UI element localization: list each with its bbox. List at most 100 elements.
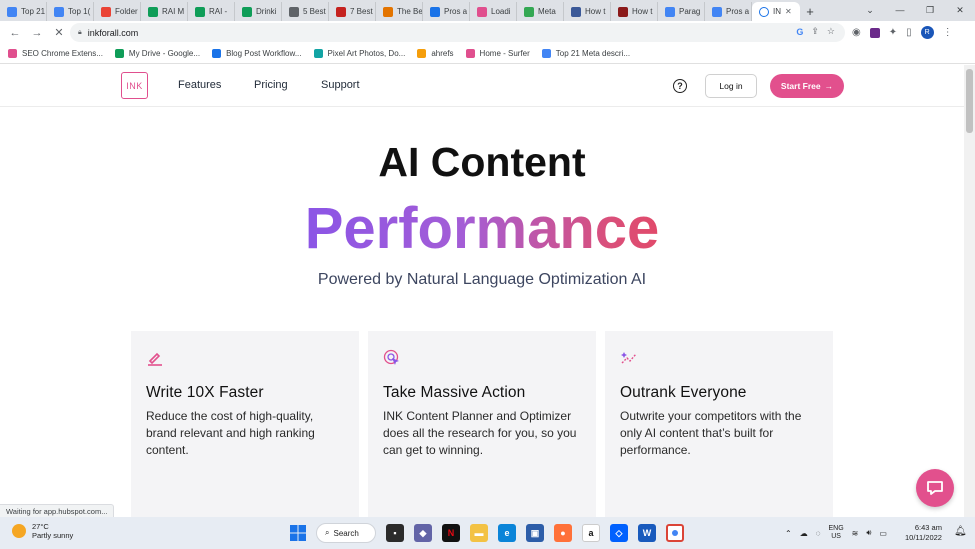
browser-tab[interactable]: 7 Best xyxy=(329,2,376,21)
feature-card-action: Take Massive Action INK Content Planner … xyxy=(368,331,596,517)
bookmark-favicon-icon xyxy=(465,49,475,58)
browser-toolbar: ← → ✕ 🔒︎ inkforall.com G ⇪ ☆ xyxy=(0,21,975,44)
lock-icon[interactable]: 🔒︎ xyxy=(78,29,82,37)
scroll-thumb[interactable] xyxy=(966,69,973,133)
browser-tab[interactable]: 5 Best xyxy=(282,2,329,21)
address-bar[interactable]: 🔒︎ inkforall.com G ⇪ ☆ xyxy=(70,23,845,42)
tab-strip: Top 21 Top 1( Folder RAI M RAI - Drinki 5 Best… xyxy=(0,0,975,21)
back-icon[interactable]: ← xyxy=(4,27,26,39)
chrome-icon[interactable] xyxy=(666,524,684,542)
extension-purple-icon[interactable] xyxy=(869,27,880,38)
card-body: Outwrite your competitors with the only … xyxy=(620,409,802,457)
taskbar-apps: ⌕ Search ▪ ◆ N ▬ e ▣ ● a ◇ W xyxy=(290,523,684,543)
web-page: INK Features Pricing Support ? Log in St… xyxy=(0,65,964,517)
google-lens-icon[interactable]: G xyxy=(796,27,803,37)
browser-tab[interactable]: RAI M xyxy=(141,2,188,21)
tab-search-icon[interactable]: ⌄ xyxy=(855,0,885,20)
close-window-icon[interactable]: ✕ xyxy=(945,0,975,20)
menu-dots-icon[interactable]: ⋮ xyxy=(943,27,953,38)
extension-globe-icon[interactable]: ◉ xyxy=(852,27,861,38)
dropbox-icon[interactable]: ◇ xyxy=(610,524,628,542)
minimize-icon[interactable]: — xyxy=(885,0,915,20)
tab-favicon-icon xyxy=(195,6,205,17)
bookmark-item[interactable]: My Drive - Google... xyxy=(114,49,200,58)
system-tray: ⌃ ☁ ◌ ENG US ≋ 🔊︎ ▭ xyxy=(785,525,887,541)
tab-favicon-icon xyxy=(289,6,299,17)
store-icon[interactable]: ▣ xyxy=(526,524,544,542)
window-controls: ⌄ — ❐ ✕ xyxy=(855,0,975,20)
edge-icon[interactable]: e xyxy=(498,524,516,542)
show-hidden-icons[interactable]: ⌃ xyxy=(785,529,792,538)
page-scrollbar[interactable] xyxy=(964,65,975,517)
browser-tab-active[interactable]: IN ✕ xyxy=(752,2,800,21)
word-icon[interactable]: W xyxy=(638,524,656,542)
side-panel-icon[interactable]: ▯ xyxy=(906,27,912,38)
browser-tab[interactable]: Folder xyxy=(94,2,141,21)
restore-icon[interactable]: ❐ xyxy=(915,0,945,20)
browser-tab[interactable]: How t xyxy=(611,2,658,21)
help-icon[interactable]: ? xyxy=(673,79,687,93)
firefox-icon[interactable]: ● xyxy=(554,524,572,542)
windows-start-icon[interactable] xyxy=(290,525,306,541)
feature-card-outrank: Outrank Everyone Outwrite your competito… xyxy=(605,331,833,517)
amazon-icon[interactable]: a xyxy=(582,524,600,542)
bookmark-item[interactable]: Top 21 Meta descri... xyxy=(541,49,630,58)
nav-pricing[interactable]: Pricing xyxy=(254,79,288,91)
browser-tab[interactable]: RAI - xyxy=(188,2,235,21)
browser-tab[interactable]: Pros a xyxy=(705,2,752,21)
bookmark-item[interactable]: Home - Surfer xyxy=(465,49,530,58)
task-view-icon[interactable]: ▪ xyxy=(386,524,404,542)
bookmark-item[interactable]: SEO Chrome Extens... xyxy=(8,49,103,58)
hero-title: AI Content xyxy=(378,139,586,185)
tab-favicon-icon xyxy=(383,6,393,17)
browser-tab[interactable]: The Be xyxy=(376,2,423,21)
stop-loading-icon[interactable]: ✕ xyxy=(48,26,70,39)
browser-tab[interactable]: Top 1( xyxy=(47,2,94,21)
login-button[interactable]: Log in xyxy=(705,74,757,98)
forward-icon[interactable]: → xyxy=(26,27,48,39)
browser-tab[interactable]: Top 21 xyxy=(0,2,47,21)
browser-tab[interactable]: Meta xyxy=(517,2,564,21)
share-icon[interactable]: ⇪ xyxy=(811,26,819,37)
bookmark-item[interactable]: Blog Post Workflow... xyxy=(212,49,302,58)
browser-tab[interactable]: Parag xyxy=(658,2,705,21)
profile-avatar[interactable]: R xyxy=(920,26,934,39)
teams-chat-icon[interactable]: ◆ xyxy=(414,524,432,542)
ink-logo[interactable]: INK xyxy=(121,72,148,99)
tab-favicon-icon xyxy=(54,6,64,17)
nav-features[interactable]: Features xyxy=(178,79,221,91)
browser-tab[interactable]: Drinki xyxy=(235,2,282,21)
sync-icon[interactable]: ◌ xyxy=(816,529,821,538)
clock[interactable]: 6:43 am 10/11/2022 xyxy=(905,523,942,543)
bookmark-label: ahrefs xyxy=(431,49,454,58)
bookmark-item[interactable]: ahrefs xyxy=(417,49,454,58)
tab-favicon-icon xyxy=(571,6,581,17)
bookmark-label: Blog Post Workflow... xyxy=(226,49,302,58)
chat-widget-button[interactable] xyxy=(916,469,954,507)
tab-favicon-icon xyxy=(665,6,675,17)
bookmark-favicon-icon xyxy=(8,49,17,58)
close-tab-icon[interactable]: ✕ xyxy=(785,7,792,16)
start-free-button[interactable]: Start Free → xyxy=(770,74,844,98)
taskbar-search[interactable]: ⌕ Search xyxy=(316,523,376,543)
file-explorer-icon[interactable]: ▬ xyxy=(470,524,488,542)
new-tab-button[interactable]: + xyxy=(800,2,820,21)
wifi-icon[interactable]: ≋ xyxy=(852,529,859,538)
volume-icon[interactable]: 🔊︎ xyxy=(866,528,871,538)
language-indicator[interactable]: ENG US xyxy=(828,525,843,541)
netflix-icon[interactable]: N xyxy=(442,524,460,542)
battery-icon[interactable]: ▭ xyxy=(879,529,887,538)
tab-title: Meta xyxy=(538,7,556,16)
browser-tab[interactable]: How t xyxy=(564,2,611,21)
notification-bell-icon[interactable]: 🔔︎ xyxy=(954,526,967,537)
onedrive-icon[interactable]: ☁ xyxy=(800,529,808,538)
bookmark-star-icon[interactable]: ☆ xyxy=(827,26,835,37)
extensions-puzzle-icon[interactable]: ✦ xyxy=(889,27,897,38)
browser-tab[interactable]: Pros a xyxy=(423,2,470,21)
weather-widget[interactable]: 27°C Partly sunny xyxy=(12,522,73,540)
bookmark-item[interactable]: Pixel Art Photos, Do... xyxy=(313,49,405,58)
nav-support[interactable]: Support xyxy=(321,79,360,91)
tab-title: Folder xyxy=(115,7,138,16)
browser-tab[interactable]: Loadi xyxy=(470,2,517,21)
tab-favicon-icon xyxy=(524,6,534,17)
